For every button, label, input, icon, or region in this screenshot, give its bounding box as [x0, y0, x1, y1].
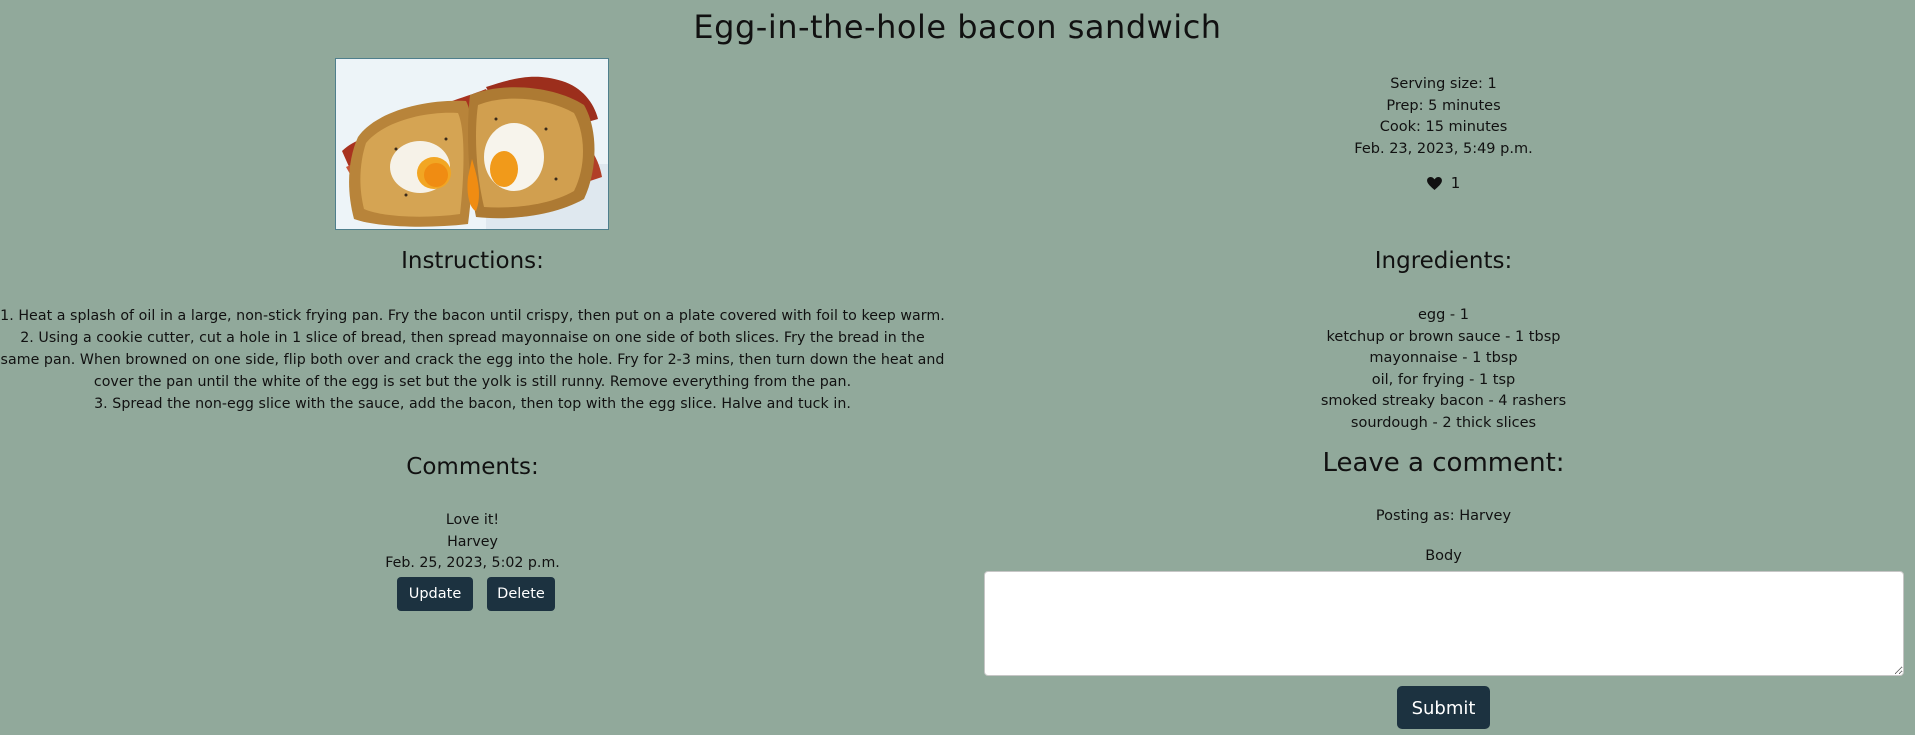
recipe-photo [335, 58, 609, 230]
comment-body: Love it! [445, 512, 500, 528]
ingredient-item: egg - 1 [1417, 307, 1469, 323]
instructions-heading: Instructions: [401, 248, 544, 274]
prep-time: Prep: 5 minutes [1386, 97, 1501, 114]
comments-heading: Comments: [406, 454, 539, 480]
recipe-right-column: Serving size: 1 Prep: 5 minutes Cook: 15… [982, 0, 1905, 735]
likes-row: 1 [982, 174, 1905, 196]
recipe-left-column: Instructions: 1. Heat a splash of oil in… [0, 0, 945, 735]
comments-list: Love it! Harvey Feb. 25, 2023, 5:02 p.m. [0, 510, 945, 575]
like-count: 1 [1450, 174, 1461, 192]
comment-body-textarea[interactable] [984, 571, 1904, 676]
ingredient-item: oil, for frying - 1 tsp [1371, 371, 1516, 388]
ingredients-list: egg - 1 ketchup or brown sauce - 1 tbsp … [982, 305, 1905, 435]
ingredient-item: ketchup or brown sauce - 1 tbsp [1326, 328, 1561, 345]
delete-comment-button[interactable]: Delete [487, 577, 555, 611]
ingredient-item: smoked streaky bacon - 4 rashers [1320, 393, 1567, 410]
comment-author: Harvey [447, 533, 498, 550]
ingredient-item: sourdough - 2 thick slices [1350, 414, 1537, 431]
sandwich-image [336, 59, 608, 229]
instruction-step: 2. Using a cookie cutter, cut a hole in … [0, 330, 945, 390]
update-comment-button[interactable]: Update [397, 577, 473, 611]
submit-button[interactable]: Submit [1397, 686, 1490, 729]
body-label: Body [1425, 548, 1462, 564]
comment-date: Feb. 25, 2023, 5:02 p.m. [385, 555, 560, 572]
leave-comment-heading: Leave a comment: [1322, 448, 1565, 478]
like-button[interactable]: 1 [1426, 174, 1461, 192]
recipe-date: Feb. 23, 2023, 5:49 p.m. [1354, 140, 1533, 157]
recipe-meta: Serving size: 1 Prep: 5 minutes Cook: 15… [982, 74, 1905, 160]
ingredient-item: mayonnaise - 1 tbsp [1369, 350, 1518, 367]
heart-icon[interactable] [1426, 176, 1442, 190]
ingredients-heading: Ingredients: [1374, 248, 1513, 274]
cook-time: Cook: 15 minutes [1379, 119, 1508, 135]
instruction-step: 3. Spread the non-egg slice with the sau… [94, 396, 851, 412]
instruction-step: 1. Heat a splash of oil in a large, non-… [0, 308, 945, 324]
instructions-text: 1. Heat a splash of oil in a large, non-… [0, 305, 945, 415]
posting-as-text: Posting as: Harvey [1375, 508, 1512, 524]
serving-size: Serving size: 1 [1390, 76, 1497, 92]
